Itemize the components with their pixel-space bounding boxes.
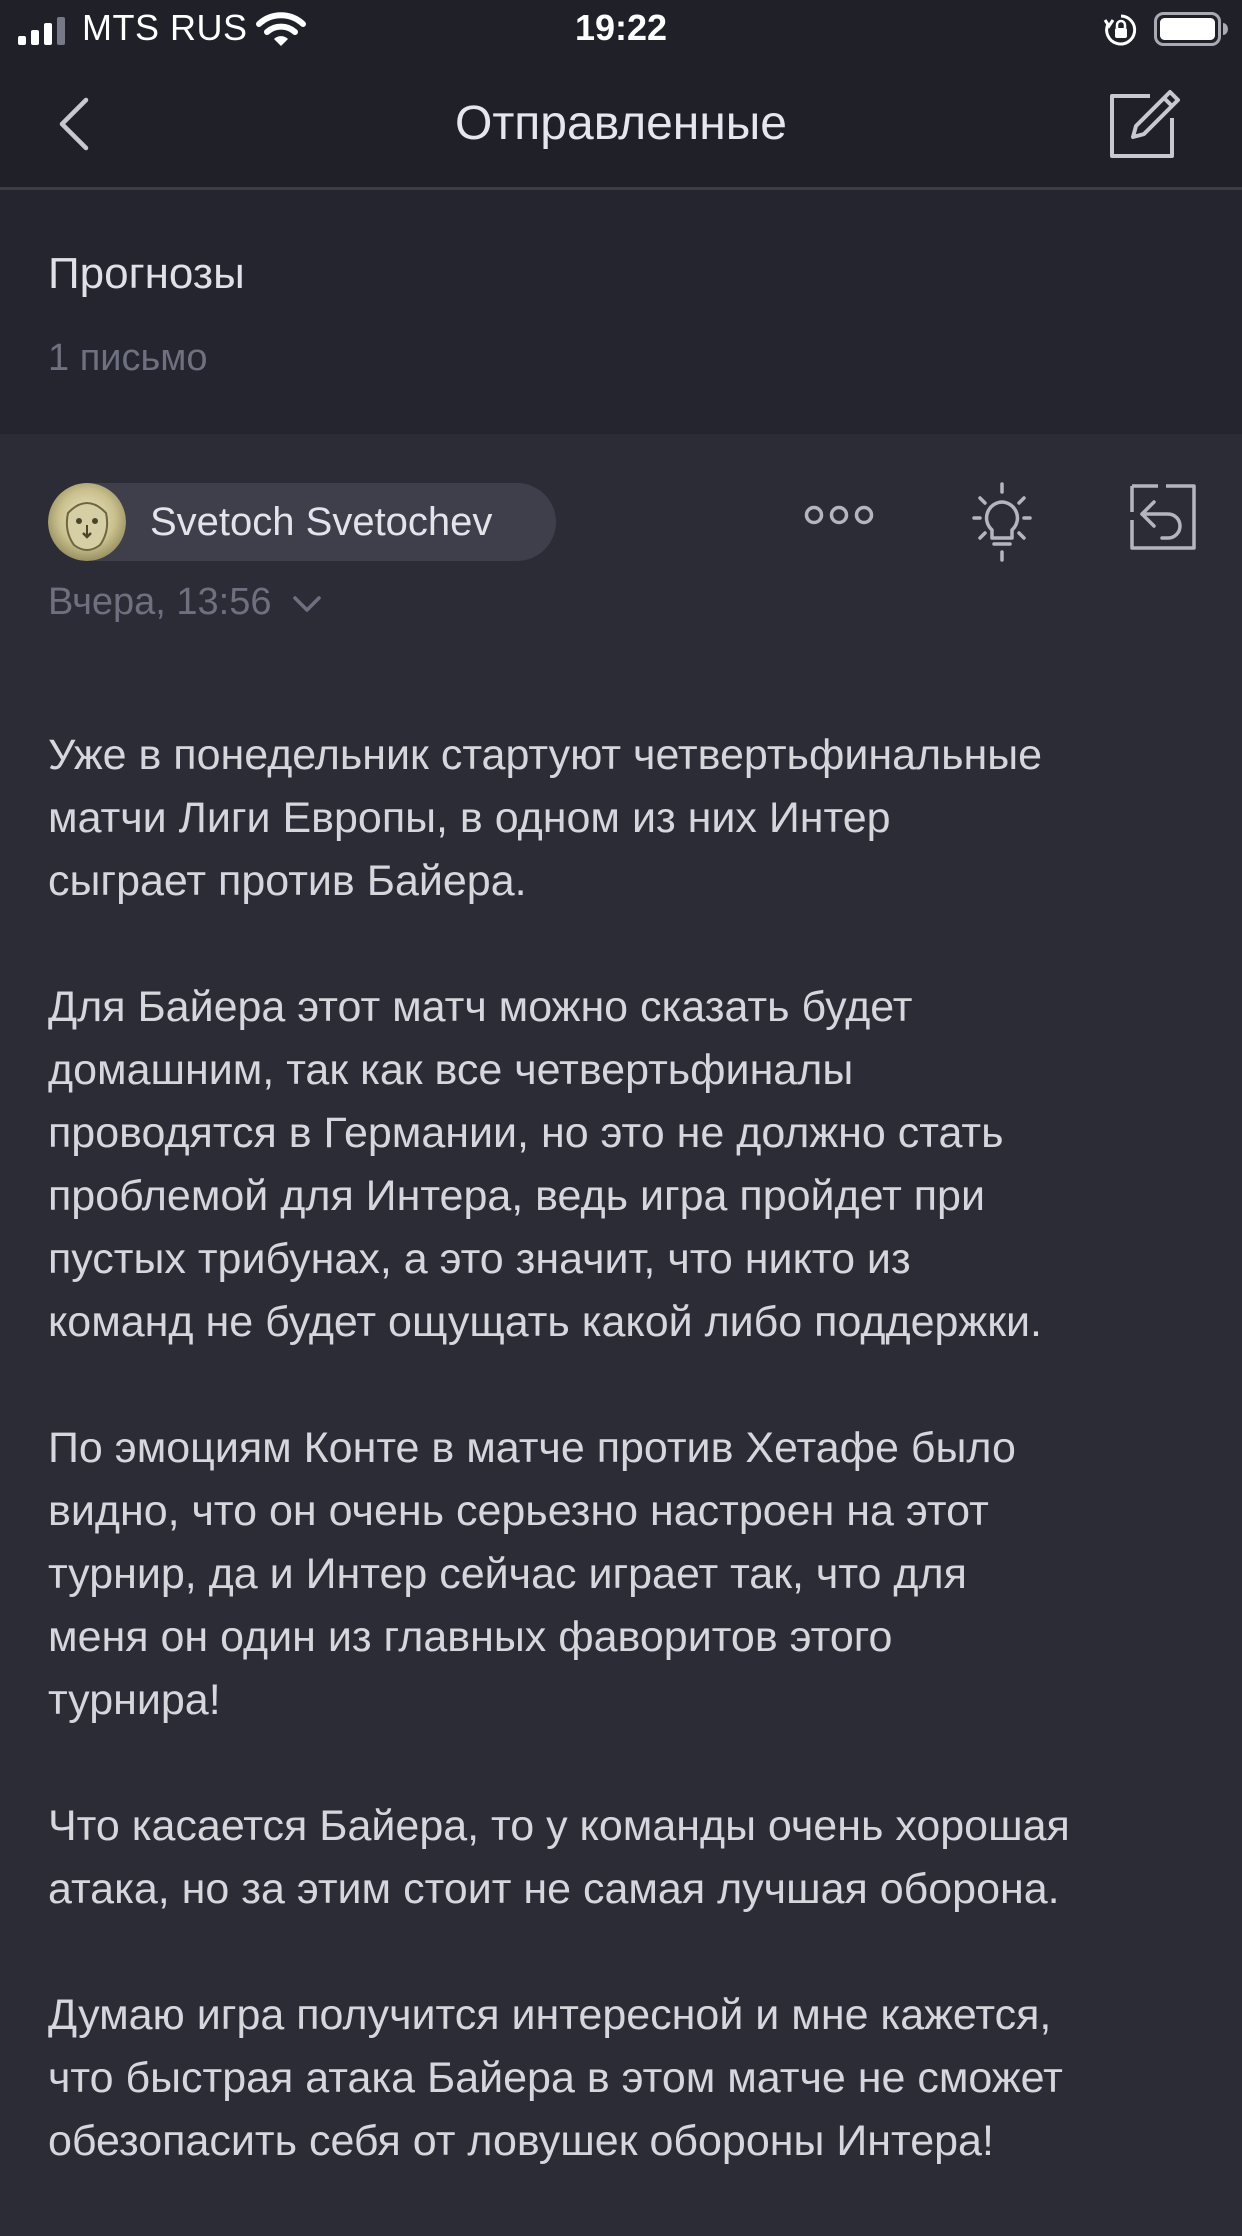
orientation-lock-icon (1103, 14, 1137, 46)
message-date-text: Вчера, 13:56 (48, 581, 272, 623)
battery-icon (1154, 12, 1228, 46)
navigation-bar: Отправленные (0, 58, 1242, 190)
message-date[interactable]: Вчера, 13:56 (48, 580, 322, 624)
thread-header: Прогнозы 1 письмо (0, 190, 1242, 434)
message-card: Svetoch Svetochev Вчера, 13:56 Уже в пон… (0, 434, 1242, 2208)
message-paragraph: Что касается Байера, то у команды очень … (48, 1802, 1070, 1913)
thread-message-count: 1 письмо (48, 337, 208, 379)
avatar (48, 483, 126, 561)
chevron-down-icon (293, 596, 321, 612)
message-paragraph: Думаю игра получится интересной и мне ка… (48, 1991, 1063, 2165)
reply-icon[interactable] (1128, 482, 1198, 552)
compose-icon[interactable] (1106, 88, 1182, 162)
message-paragraph: Для Байера этот матч можно сказать будет… (48, 983, 1042, 1346)
thread-subject: Прогнозы (48, 249, 245, 298)
lightbulb-icon[interactable] (966, 480, 1038, 566)
status-bar: MTS RUS 19:22 (0, 0, 1242, 58)
sender-chip[interactable]: Svetoch Svetochev (48, 483, 556, 561)
message-body: Уже в понедельник стартуют четвертьфинал… (48, 724, 1218, 2236)
clock: 19:22 (574, 7, 668, 48)
sender-name: Svetoch Svetochev (150, 500, 493, 544)
message-paragraph: По эмоциям Конте в матче против Хетафе б… (48, 1424, 1016, 1724)
more-icon[interactable] (804, 500, 874, 530)
message-paragraph: Уже в понедельник стартуют четвертьфинал… (48, 731, 1043, 905)
page-title: Отправленные (454, 97, 787, 150)
